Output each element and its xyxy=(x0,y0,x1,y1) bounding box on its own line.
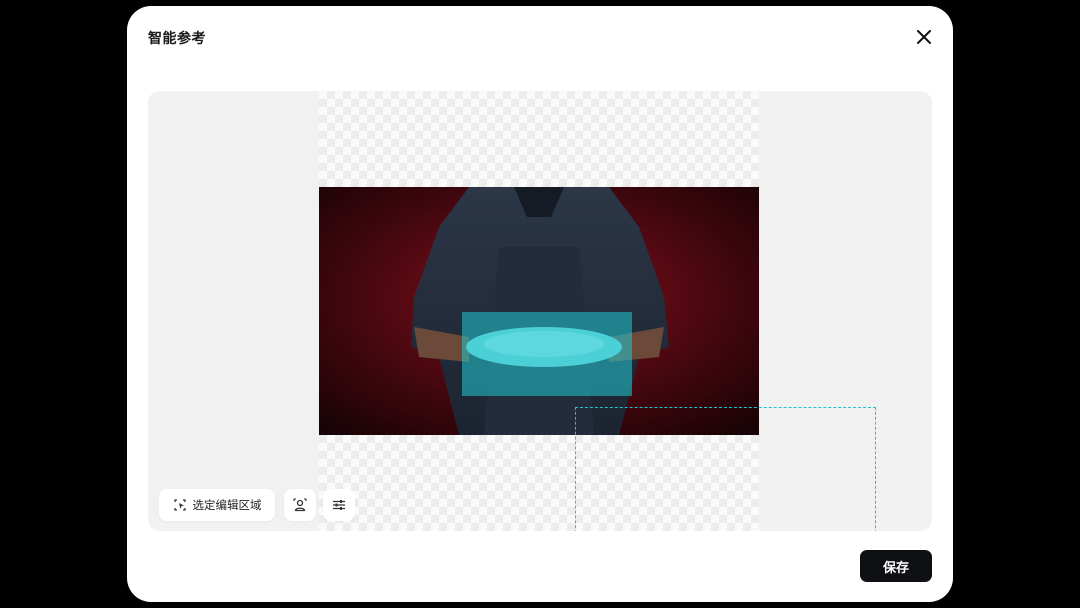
smart-reference-dialog: 智能参考 选定编辑区域 保存 xyxy=(127,6,953,602)
save-button[interactable]: 保存 xyxy=(860,550,932,582)
close-icon xyxy=(917,30,931,44)
adjust-settings-button[interactable] xyxy=(323,489,355,521)
image-canvas[interactable]: 选定编辑区域 xyxy=(148,91,932,531)
select-region-icon xyxy=(173,499,186,511)
close-button[interactable] xyxy=(913,26,935,48)
dialog-title: 智能参考 xyxy=(148,31,206,47)
selected-edit-region[interactable] xyxy=(462,312,632,396)
person-icon xyxy=(293,498,307,512)
select-edit-region-button[interactable]: 选定编辑区域 xyxy=(159,489,275,521)
dashed-drag-region[interactable] xyxy=(575,407,876,531)
select-edit-region-label: 选定编辑区域 xyxy=(192,498,262,512)
person-tool-button[interactable] xyxy=(284,489,316,521)
sliders-icon xyxy=(333,500,345,510)
reference-image xyxy=(319,187,759,435)
